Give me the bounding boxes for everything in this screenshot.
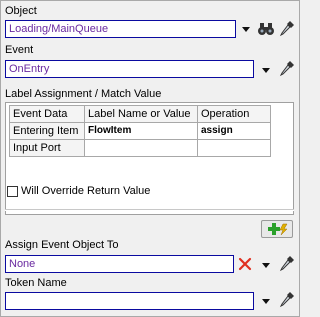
row-header: Input Port <box>9 139 85 157</box>
event-dropdown-icon[interactable] <box>262 68 270 73</box>
table-row: Input Port <box>9 139 271 157</box>
red-x-icon[interactable] <box>238 257 252 271</box>
table-cell[interactable] <box>197 139 271 157</box>
event-label: Event <box>5 44 34 56</box>
eyedropper-icon[interactable] <box>279 20 295 38</box>
object-field[interactable]: Loading/MainQueue <box>5 20 236 38</box>
override-label: Will Override Return Value <box>21 185 151 197</box>
table-cell[interactable] <box>84 139 198 157</box>
table-cell[interactable]: assign <box>197 122 271 140</box>
table-row: Entering Item FlowItem assign <box>9 122 271 140</box>
assign-event-object-field[interactable]: None <box>5 255 234 273</box>
column-header: Label Name or Value <box>84 105 198 123</box>
event-listening-panel: Object Loading/MainQueue Event OnEntry L… <box>0 0 300 317</box>
token-name-label: Token Name <box>5 277 67 289</box>
divider <box>5 209 294 211</box>
table-header-row: Event Data Label Name or Value Operation <box>9 105 271 123</box>
row-header: Entering Item <box>9 122 85 140</box>
eyedropper-icon[interactable] <box>279 291 295 309</box>
override-checkbox[interactable] <box>7 186 18 197</box>
token-name-field[interactable] <box>5 292 254 310</box>
column-header: Operation <box>197 105 271 123</box>
label-assignment-table: Event Data Label Name or Value Operation… <box>5 102 294 215</box>
event-field[interactable]: OnEntry <box>5 60 254 78</box>
label-assignment-title: Label Assignment / Match Value <box>5 88 162 100</box>
assign-dropdown-icon[interactable] <box>262 263 270 268</box>
table-cell[interactable]: FlowItem <box>84 122 198 140</box>
add-button[interactable] <box>261 220 293 238</box>
column-header: Event Data <box>9 105 85 123</box>
binoculars-icon[interactable] <box>257 21 275 37</box>
token-dropdown-icon[interactable] <box>262 299 270 304</box>
object-label: Object <box>5 5 37 17</box>
eyedropper-icon[interactable] <box>279 60 295 78</box>
green-plus-lightning-icon <box>268 223 288 236</box>
object-dropdown-icon[interactable] <box>242 27 250 32</box>
assign-event-object-label: Assign Event Object To <box>5 239 119 251</box>
eyedropper-icon[interactable] <box>279 255 295 273</box>
